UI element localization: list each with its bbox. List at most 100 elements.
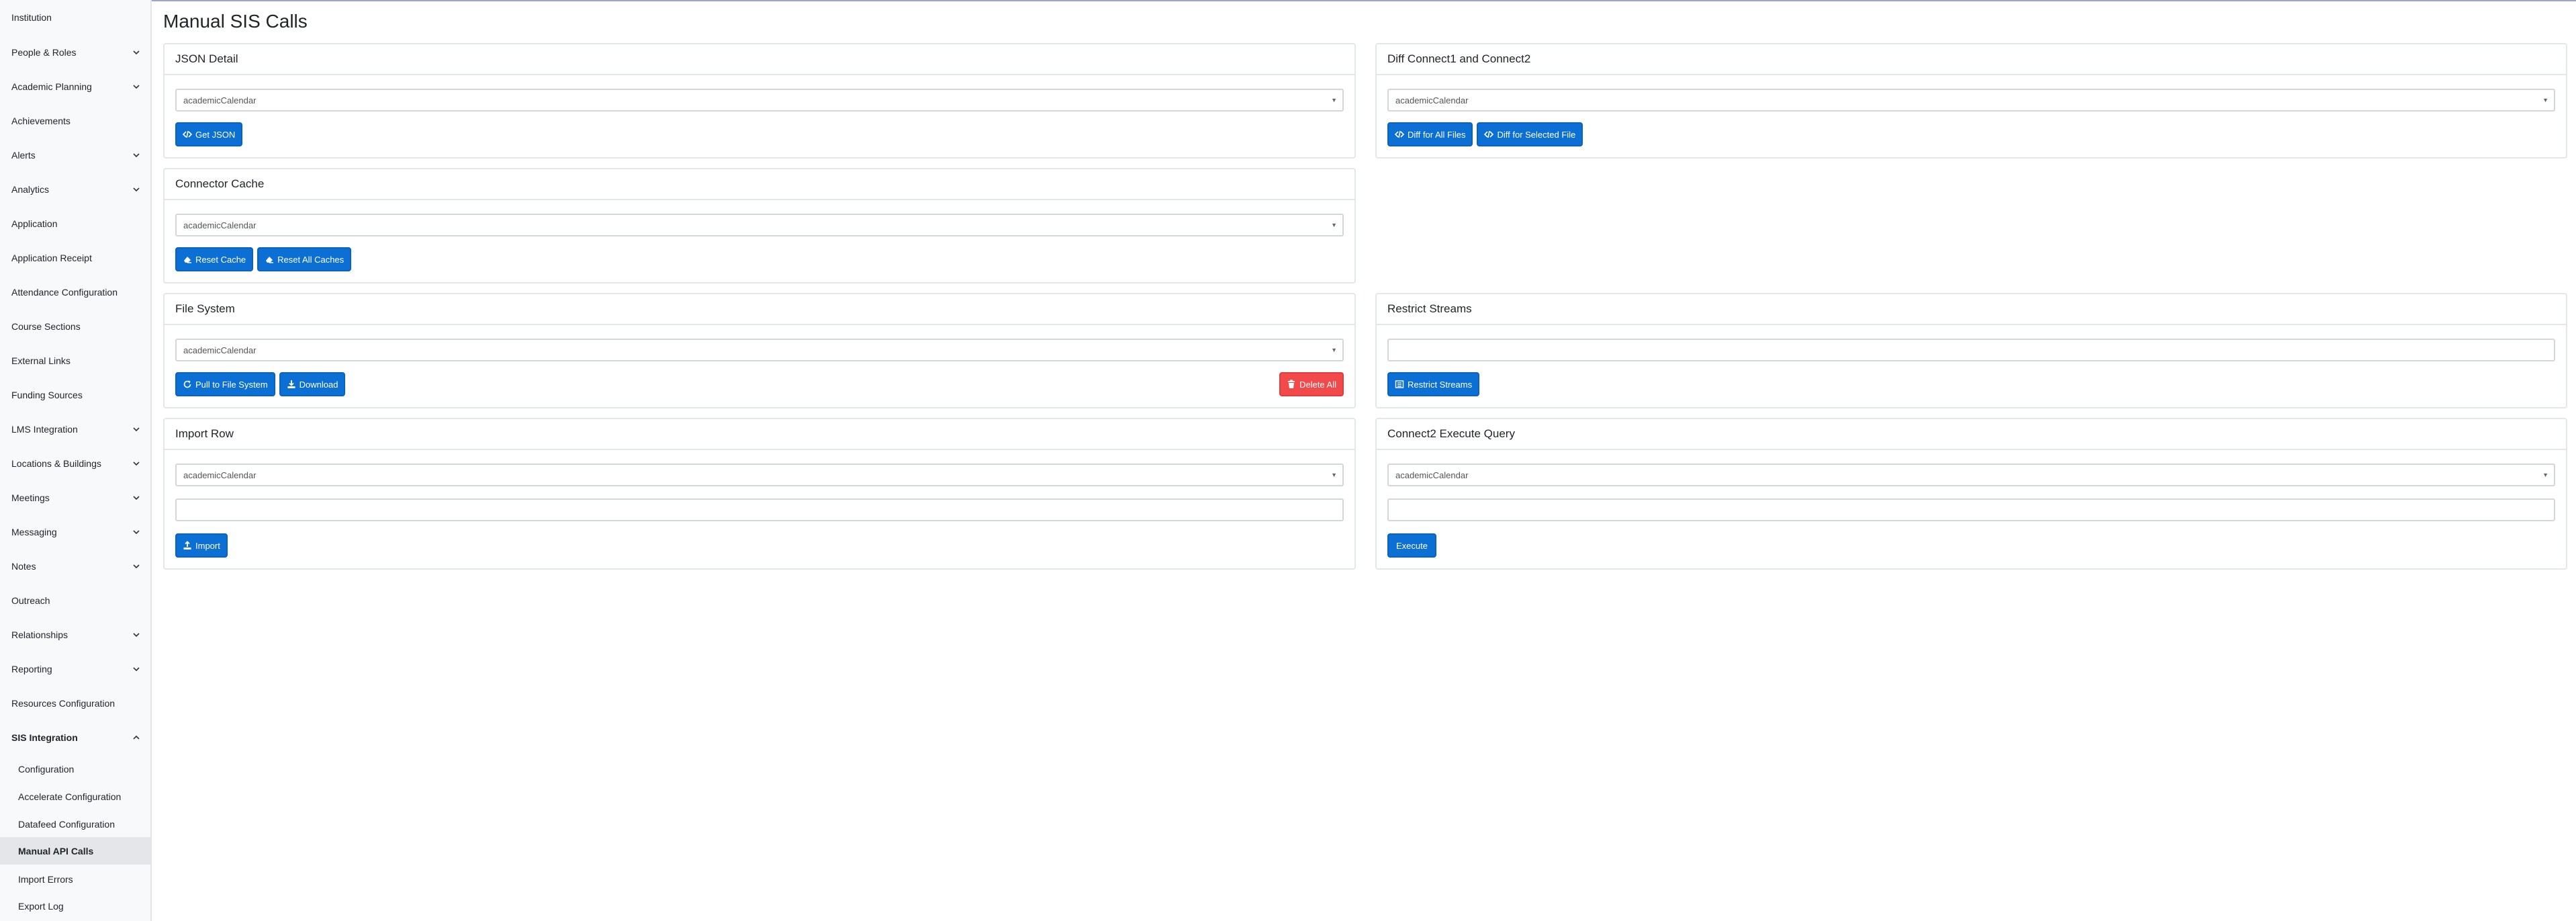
button-label: Delete All: [1299, 379, 1336, 390]
sidebar-item-notes[interactable]: Notes: [0, 552, 150, 581]
sidebar-item-external-links[interactable]: External Links: [0, 346, 150, 376]
select-value: academicCalendar: [183, 345, 257, 355]
sidebar: Institution People & Roles Academic Plan…: [0, 0, 152, 921]
top-border: [0, 0, 2576, 1]
sidebar-item-outreach[interactable]: Outreach: [0, 586, 150, 615]
sidebar-item-label: LMS Integration: [11, 424, 78, 435]
sidebar-item-lms-integration[interactable]: LMS Integration: [0, 414, 150, 444]
upload-icon: [183, 541, 192, 550]
sidebar-item-reporting[interactable]: Reporting: [0, 654, 150, 684]
execute-query-select[interactable]: academicCalendar ▼: [1387, 464, 2555, 486]
pull-to-file-system-button[interactable]: Pull to File System: [175, 372, 275, 396]
code-icon: [183, 130, 192, 139]
page-title: Manual SIS Calls: [163, 11, 308, 32]
eraser-icon: [183, 255, 192, 264]
sidebar-subitem-configuration[interactable]: Configuration: [0, 754, 150, 784]
json-detail-select[interactable]: academicCalendar ▼: [175, 89, 1344, 112]
reset-all-caches-button[interactable]: Reset All Caches: [257, 247, 352, 271]
sidebar-subitem-export-log[interactable]: Export Log: [0, 892, 150, 920]
chevron-down-icon: [132, 48, 141, 57]
sidebar-item-relationships[interactable]: Relationships: [0, 620, 150, 650]
chevron-down-icon: [132, 150, 141, 160]
card-title: Connector Cache: [165, 169, 1354, 200]
download-icon: [287, 380, 296, 389]
trash-icon: [1287, 380, 1296, 389]
import-button[interactable]: Import: [175, 533, 228, 558]
chevron-down-icon: [132, 459, 141, 468]
chevron-down-icon: [132, 630, 141, 640]
card-title: Diff Connect1 and Connect2: [1377, 44, 2566, 75]
select-value: academicCalendar: [183, 220, 257, 230]
sidebar-item-course-sections[interactable]: Course Sections: [0, 312, 150, 341]
execute-button[interactable]: Execute: [1387, 533, 1436, 558]
download-button[interactable]: Download: [279, 372, 346, 396]
dropdown-caret-icon: ▼: [1331, 97, 1337, 103]
card-title: JSON Detail: [165, 44, 1354, 75]
chevron-up-icon: [132, 733, 141, 742]
sidebar-item-locations-buildings[interactable]: Locations & Buildings: [0, 449, 150, 478]
sidebar-item-institution[interactable]: Institution: [0, 3, 150, 32]
sidebar-subitem-accelerate-configuration[interactable]: Accelerate Configuration: [0, 782, 150, 812]
sidebar-item-label: Application Receipt: [11, 253, 92, 263]
sidebar-item-alerts[interactable]: Alerts: [0, 140, 150, 170]
button-label: Import: [195, 540, 220, 551]
sidebar-item-label: External Links: [11, 355, 71, 366]
sidebar-item-funding-sources[interactable]: Funding Sources: [0, 380, 150, 410]
code-icon: [1484, 130, 1494, 139]
button-label: Diff for All Files: [1408, 129, 1466, 140]
execute-query-input[interactable]: [1387, 498, 2555, 521]
sidebar-item-analytics[interactable]: Analytics: [0, 175, 150, 204]
diff-selected-file-button[interactable]: Diff for Selected File: [1477, 122, 1583, 146]
diff-all-files-button[interactable]: Diff for All Files: [1387, 122, 1473, 146]
sidebar-item-label: People & Roles: [11, 47, 77, 58]
sidebar-item-label: SIS Integration: [11, 732, 78, 743]
get-json-button[interactable]: Get JSON: [175, 122, 243, 146]
sidebar-item-label: Course Sections: [11, 321, 81, 332]
sidebar-subitem-label: Configuration: [18, 764, 75, 775]
sidebar-subitem-label: Export Log: [18, 901, 64, 912]
button-label: Restrict Streams: [1408, 379, 1473, 390]
card-title: Restrict Streams: [1377, 294, 2566, 325]
select-value: academicCalendar: [1395, 470, 1469, 480]
sidebar-subitem-datafeed-configuration[interactable]: Datafeed Configuration: [0, 809, 150, 839]
chevron-down-icon: [132, 664, 141, 674]
import-row-input[interactable]: [175, 498, 1344, 521]
sidebar-item-label: Notes: [11, 561, 36, 572]
button-label: Pull to File System: [195, 379, 268, 390]
card-title: File System: [165, 294, 1354, 325]
sidebar-item-application[interactable]: Application: [0, 209, 150, 238]
sidebar-subitem-manual-api-calls[interactable]: Manual API Calls: [0, 837, 150, 865]
restrict-streams-input[interactable]: [1387, 339, 2555, 361]
sidebar-item-label: Institution: [11, 12, 52, 23]
code-icon: [1395, 130, 1404, 139]
sidebar-item-messaging[interactable]: Messaging: [0, 517, 150, 547]
sidebar-subitem-import-errors[interactable]: Import Errors: [0, 865, 150, 894]
restrict-streams-button[interactable]: Restrict Streams: [1387, 372, 1480, 396]
delete-all-button[interactable]: Delete All: [1279, 372, 1344, 396]
sidebar-item-achievements[interactable]: Achievements: [0, 106, 150, 136]
button-label: Reset All Caches: [277, 254, 344, 265]
refresh-icon: [183, 380, 192, 389]
sidebar-item-label: Meetings: [11, 492, 50, 503]
sidebar-item-label: Achievements: [11, 116, 71, 126]
sidebar-item-label: Messaging: [11, 527, 57, 537]
card-title: Import Row: [165, 419, 1354, 450]
sidebar-item-resources-configuration[interactable]: Resources Configuration: [0, 689, 150, 718]
diff-card: Diff Connect1 and Connect2 academicCalen…: [1375, 43, 2567, 159]
dropdown-caret-icon: ▼: [1331, 347, 1337, 353]
import-row-select[interactable]: academicCalendar ▼: [175, 464, 1344, 486]
sidebar-item-academic-planning[interactable]: Academic Planning: [0, 72, 150, 101]
sidebar-item-sis-integration[interactable]: SIS Integration: [0, 723, 150, 752]
file-system-select[interactable]: academicCalendar ▼: [175, 339, 1344, 361]
diff-select[interactable]: academicCalendar ▼: [1387, 89, 2555, 112]
import-row-card: Import Row academicCalendar ▼ Import: [163, 418, 1356, 570]
chevron-down-icon: [132, 82, 141, 91]
sidebar-item-attendance-configuration[interactable]: Attendance Configuration: [0, 277, 150, 307]
connector-cache-select[interactable]: academicCalendar ▼: [175, 214, 1344, 236]
sidebar-item-application-receipt[interactable]: Application Receipt: [0, 243, 150, 273]
button-label: Diff for Selected File: [1497, 129, 1576, 140]
sidebar-item-people-roles[interactable]: People & Roles: [0, 38, 150, 67]
sidebar-item-meetings[interactable]: Meetings: [0, 483, 150, 513]
reset-cache-button[interactable]: Reset Cache: [175, 247, 254, 271]
button-label: Reset Cache: [195, 254, 246, 265]
